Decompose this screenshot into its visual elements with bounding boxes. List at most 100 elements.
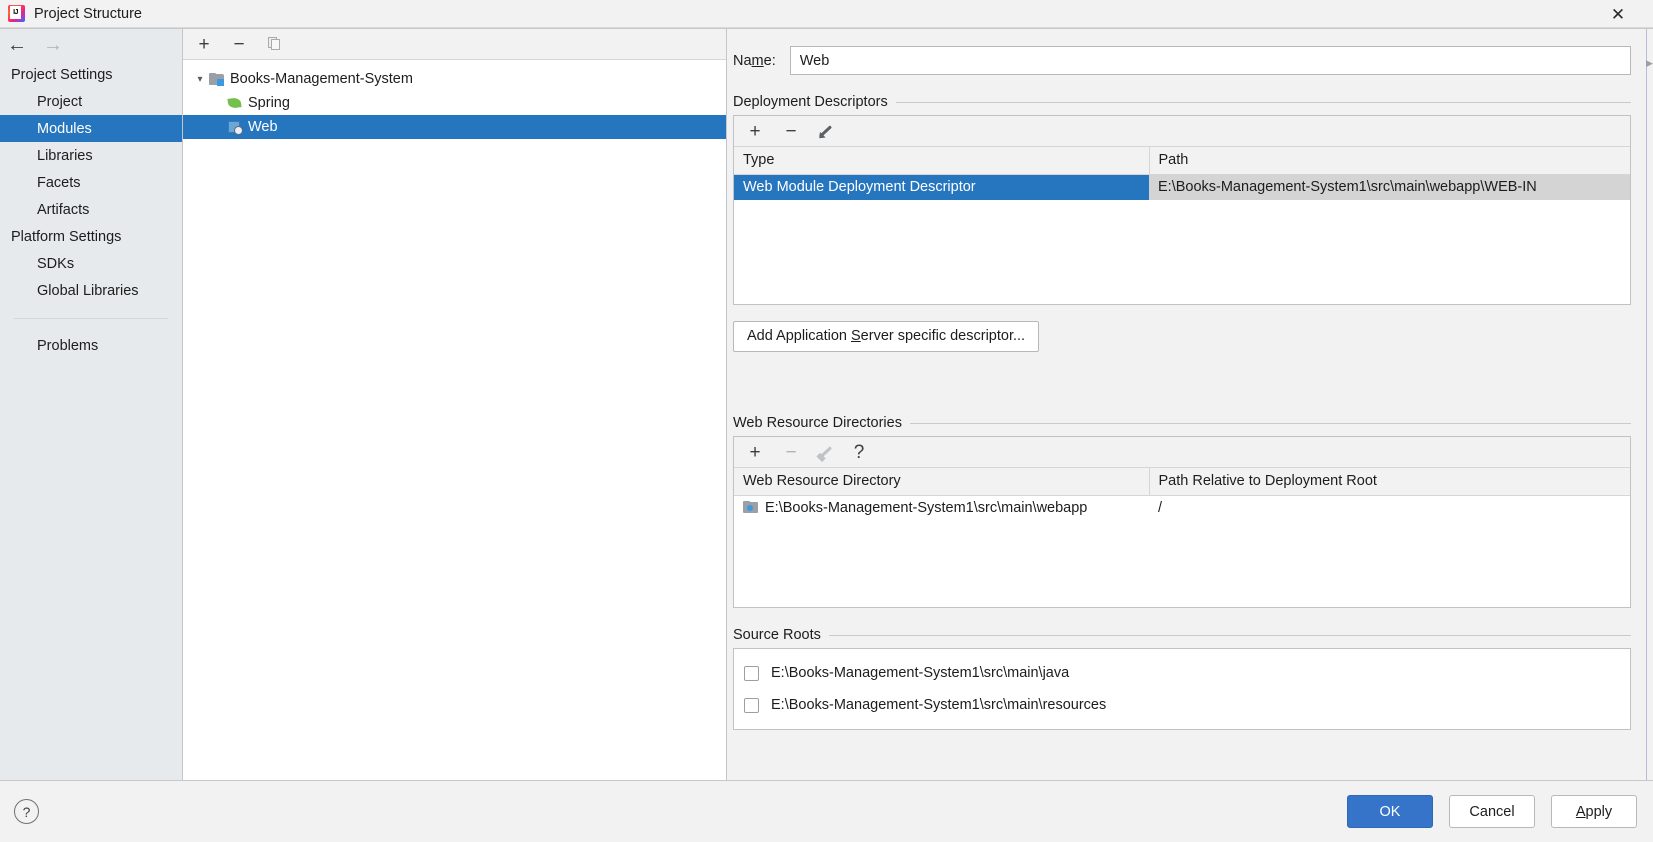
sidebar-item-label: Modules bbox=[37, 120, 92, 137]
sidebar-item-artifacts[interactable]: Artifacts bbox=[0, 196, 182, 223]
copy-icon[interactable] bbox=[263, 33, 285, 55]
table-header-row: Web Resource Directory Path Relative to … bbox=[734, 468, 1630, 496]
arrow-left-icon[interactable]: ← bbox=[7, 35, 27, 55]
pencil-icon[interactable] bbox=[816, 122, 834, 142]
intellij-idea-logo-icon bbox=[8, 5, 25, 22]
column-header-type[interactable]: Type bbox=[734, 147, 1149, 175]
section-title: Web Resource Directories bbox=[733, 415, 902, 431]
plus-icon[interactable]: + bbox=[744, 120, 766, 142]
relative-path-cell: / bbox=[1158, 500, 1163, 516]
pencil-icon bbox=[816, 443, 834, 463]
module-name-row: Name: bbox=[727, 29, 1647, 75]
directory-icon bbox=[743, 501, 758, 514]
tree-node-label: Books-Management-System bbox=[230, 71, 413, 87]
sidebar-item-label: Facets bbox=[37, 174, 81, 191]
tree-node-spring[interactable]: Spring bbox=[183, 91, 726, 115]
sidebar-item-libraries[interactable]: Libraries bbox=[0, 142, 182, 169]
web-resource-directories-header: Web Resource Directories bbox=[733, 415, 1631, 431]
section-divider bbox=[909, 422, 1631, 424]
deployment-descriptors-table: Type Path Web Module Deployment Descript… bbox=[734, 147, 1630, 200]
dialog-footer: ? OK Cancel Apply bbox=[0, 780, 1653, 842]
plus-icon[interactable]: + bbox=[744, 441, 766, 463]
section-divider bbox=[828, 634, 1631, 636]
column-header-web-resource-directory[interactable]: Web Resource Directory bbox=[734, 468, 1149, 496]
footer-buttons: OK Cancel Apply bbox=[1347, 795, 1637, 828]
help-icon[interactable]: ? bbox=[14, 799, 39, 824]
spring-leaf-icon bbox=[227, 96, 242, 110]
web-resource-directories-table: Web Resource Directory Path Relative to … bbox=[734, 468, 1630, 521]
minus-icon[interactable]: − bbox=[780, 120, 802, 142]
deployment-descriptors-panel: + − Type Path Web Module Deployment Desc… bbox=[733, 115, 1631, 305]
sidebar-item-global-libraries[interactable]: Global Libraries bbox=[0, 277, 182, 304]
deployment-descriptors-section: Deployment Descriptors + − Type Path Web… bbox=[727, 75, 1647, 352]
project-structure-dialog: Project Structure ✕ ← → Project Settings… bbox=[0, 0, 1653, 842]
tree-node-web[interactable]: Web bbox=[183, 115, 726, 139]
right-edge-strip: ▶ bbox=[1646, 29, 1653, 809]
descriptor-type-cell: Web Module Deployment Descriptor bbox=[734, 174, 1149, 200]
modules-tree-pane: + − ▾ Books-Management-System Spring Web bbox=[183, 29, 727, 780]
source-root-checkbox[interactable] bbox=[744, 665, 759, 681]
source-root-row-resources[interactable]: E:\Books-Management-System1\src\main\res… bbox=[734, 689, 1630, 721]
web-resource-directory-text: E:\Books-Management-System1\src\main\web… bbox=[765, 500, 1088, 516]
sidebar-item-label: Problems bbox=[37, 337, 99, 354]
source-root-label: E:\Books-Management-System1\src\main\jav… bbox=[771, 665, 1070, 681]
collapse-arrow-icon[interactable]: ▶ bbox=[1646, 57, 1653, 69]
deployment-descriptors-header: Deployment Descriptors bbox=[733, 94, 1631, 110]
sidebar-item-problems[interactable]: Problems bbox=[0, 332, 182, 359]
sidebar-item-modules[interactable]: Modules bbox=[0, 115, 182, 142]
minus-icon: − bbox=[785, 441, 797, 463]
table-row[interactable]: E:\Books-Management-System1\src\main\web… bbox=[734, 496, 1630, 522]
section-title: Source Roots bbox=[733, 627, 821, 643]
tree-node-books-management-system[interactable]: ▾ Books-Management-System bbox=[183, 67, 726, 91]
section-title: Deployment Descriptors bbox=[733, 94, 888, 110]
sidebar-item-label: Artifacts bbox=[37, 201, 90, 218]
sidebar-divider bbox=[14, 318, 168, 319]
sidebar-group-platform-settings: Platform Settings bbox=[11, 228, 122, 245]
sidebar-item-facets[interactable]: Facets bbox=[0, 169, 182, 196]
module-detail-pane: Name: Deployment Descriptors + − bbox=[727, 29, 1653, 809]
modules-tree-toolbar: + − bbox=[183, 29, 726, 60]
deployment-descriptors-empty-area bbox=[734, 200, 1630, 304]
sidebar-item-sdks[interactable]: SDKs bbox=[0, 250, 182, 277]
settings-sidebar: ← → Project Settings Project Modules Lib… bbox=[0, 29, 183, 780]
close-icon[interactable]: ✕ bbox=[1597, 0, 1639, 28]
source-roots-header: Source Roots bbox=[733, 627, 1631, 643]
source-roots-panel: E:\Books-Management-System1\src\main\jav… bbox=[733, 648, 1631, 730]
source-roots-section: Source Roots E:\Books-Management-System1… bbox=[727, 608, 1647, 730]
descriptor-path-cell: E:\Books-Management-System1\src\main\web… bbox=[1149, 174, 1630, 200]
column-header-path[interactable]: Path bbox=[1148, 147, 1630, 175]
web-module-icon bbox=[227, 120, 243, 135]
question-mark-icon[interactable]: ? bbox=[848, 441, 870, 463]
column-header-path-relative[interactable]: Path Relative to Deployment Root bbox=[1148, 468, 1630, 496]
source-root-checkbox[interactable] bbox=[744, 697, 759, 713]
sidebar-item-label: Project bbox=[37, 93, 83, 110]
title-bar: Project Structure ✕ bbox=[0, 0, 1653, 28]
name-field-label: Name: bbox=[733, 52, 776, 69]
sidebar-item-project[interactable]: Project bbox=[0, 88, 182, 115]
apply-button[interactable]: Apply bbox=[1551, 795, 1637, 828]
web-resource-directory-cell: E:\Books-Management-System1\src\main\web… bbox=[734, 496, 1149, 522]
sidebar-item-label: Libraries bbox=[37, 147, 93, 164]
sidebar-nav-arrows: ← → bbox=[0, 29, 182, 61]
add-descriptor-button-row: Add Application Server specific descript… bbox=[733, 305, 1631, 352]
modules-tree-list: ▾ Books-Management-System Spring Web bbox=[183, 60, 726, 780]
sidebar-item-label: SDKs bbox=[37, 255, 75, 272]
web-resource-directories-empty-area bbox=[734, 521, 1630, 607]
minus-icon[interactable]: − bbox=[228, 33, 250, 55]
chevron-down-icon[interactable]: ▾ bbox=[191, 74, 209, 85]
web-resource-directories-toolbar: + − ? bbox=[734, 437, 1630, 468]
module-name-input[interactable] bbox=[789, 46, 1631, 75]
arrow-right-icon[interactable]: → bbox=[43, 35, 63, 55]
plus-icon[interactable]: + bbox=[193, 33, 215, 55]
add-application-server-descriptor-button[interactable]: Add Application Server specific descript… bbox=[733, 321, 1040, 352]
sidebar-item-label: Global Libraries bbox=[37, 282, 139, 299]
ok-button[interactable]: OK bbox=[1347, 795, 1433, 828]
cancel-button[interactable]: Cancel bbox=[1449, 795, 1535, 828]
web-resource-directories-section: Web Resource Directories + − ? Web Resou… bbox=[727, 396, 1647, 608]
table-row[interactable]: Web Module Deployment Descriptor E:\Book… bbox=[734, 174, 1630, 200]
source-root-row-java[interactable]: E:\Books-Management-System1\src\main\jav… bbox=[734, 657, 1630, 689]
module-folder-icon bbox=[209, 72, 224, 86]
deployment-descriptors-toolbar: + − bbox=[734, 116, 1630, 147]
table-header-row: Type Path bbox=[734, 147, 1630, 175]
tree-node-label: Web bbox=[248, 119, 278, 135]
